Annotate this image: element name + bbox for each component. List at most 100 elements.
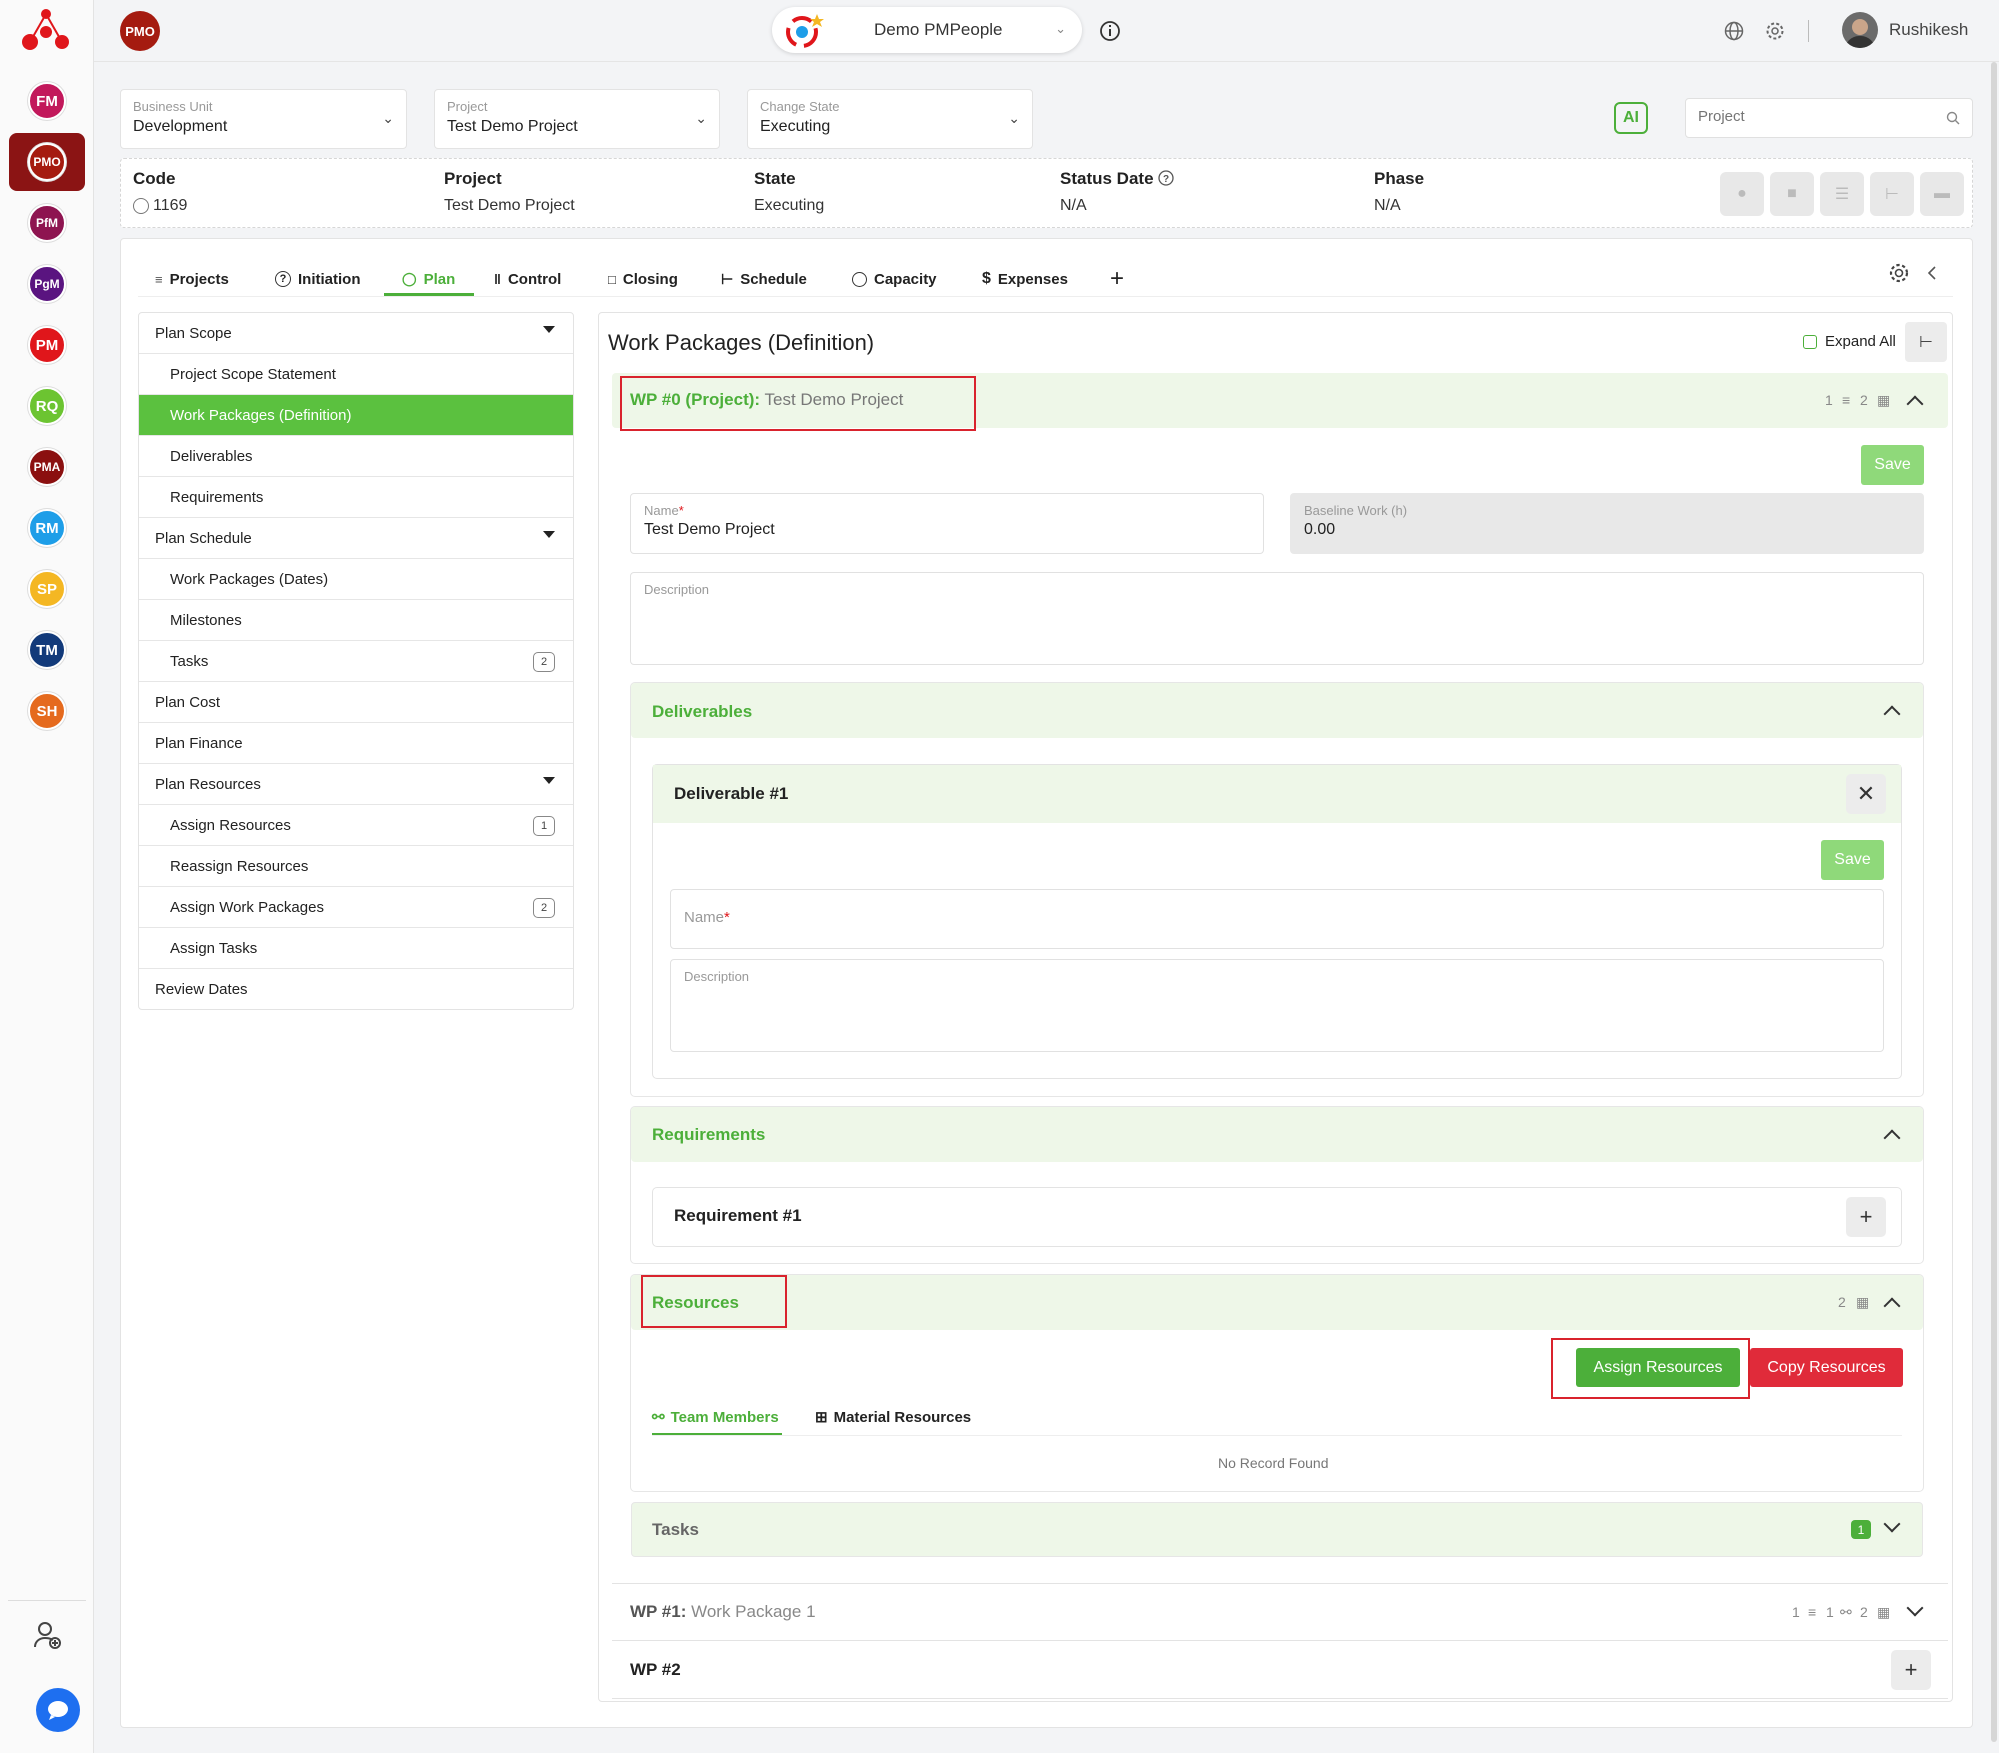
globe-icon[interactable] (1724, 21, 1744, 41)
menu-plan-cost[interactable]: Plan Cost (139, 682, 573, 723)
deliverable-description-field[interactable]: Description (670, 959, 1884, 1052)
menu-label: Review Dates (155, 981, 248, 998)
tab-schedule[interactable]: ⊢ Schedule (721, 262, 807, 296)
help-icon[interactable]: ? (1158, 170, 1174, 186)
menu-tasks[interactable]: Tasks 2 (139, 641, 573, 682)
scrollbar[interactable] (1991, 62, 1997, 1742)
settings-gear-icon[interactable] (1888, 262, 1910, 284)
remove-deliverable-button[interactable]: ✕ (1846, 774, 1886, 814)
add-user-icon[interactable] (33, 1620, 63, 1650)
tab-projects[interactable]: ≡ Projects (155, 262, 229, 296)
deliverable-name-field[interactable]: Name* (670, 889, 1884, 949)
deliverable-name-label: Name (684, 909, 725, 926)
tab-initiation[interactable]: ? Initiation (275, 262, 361, 296)
rail-item-pfm[interactable]: PfM (28, 204, 66, 242)
menu-plan-schedule[interactable]: Plan Schedule (139, 518, 573, 559)
folder-button[interactable]: ■ (1770, 172, 1814, 216)
menu-assign-work-packages[interactable]: Assign Work Packages 2 (139, 887, 573, 928)
tab-expenses-label: Expenses (997, 270, 1068, 288)
tab-expenses[interactable]: $ Expenses (982, 262, 1068, 296)
search-input[interactable] (1698, 108, 1938, 125)
menu-work-packages-dates[interactable]: Work Packages (Dates) (139, 559, 573, 600)
app-logo-icon[interactable] (20, 6, 72, 52)
menu-project-scope-statement[interactable]: Project Scope Statement (139, 354, 573, 395)
code-radio-icon[interactable] (133, 198, 149, 214)
tab-plan[interactable]: ◯ Plan (402, 262, 455, 296)
ai-assistant-button[interactable]: AI (1614, 102, 1648, 134)
menu-reassign-resources[interactable]: Reassign Resources (139, 846, 573, 887)
search-icon[interactable] (1946, 111, 1960, 125)
resources-count: 2 (1838, 1294, 1846, 1310)
list-button[interactable]: ☰ (1820, 172, 1864, 216)
expand-all-label: Expand All (1825, 333, 1896, 350)
add-work-package-button[interactable]: + (1891, 1650, 1931, 1690)
tasks-header[interactable] (631, 1502, 1923, 1557)
gear-icon[interactable] (1765, 21, 1785, 41)
rail-item-pma[interactable]: PMA (28, 448, 66, 486)
wp0-save-button[interactable]: Save (1861, 445, 1924, 485)
copy-resources-button[interactable]: Copy Resources (1750, 1348, 1903, 1387)
tab-team-members[interactable]: ⚯ Team Members (652, 1401, 779, 1433)
project-search[interactable] (1685, 98, 1973, 138)
add-requirement-button[interactable]: + (1846, 1197, 1886, 1237)
wp1-row[interactable]: WP #1: Work Package 1 (630, 1602, 816, 1622)
info-icon[interactable] (1099, 20, 1121, 42)
module-badge[interactable]: PMO (120, 11, 160, 51)
plus-icon: + (1110, 265, 1125, 292)
avatar[interactable] (1842, 12, 1878, 48)
rail-item-tm[interactable]: TM (28, 631, 66, 669)
chat-button[interactable] (36, 1688, 80, 1732)
menu-work-packages-definition[interactable]: Work Packages (Definition) (139, 395, 573, 436)
requirements-header[interactable] (631, 1107, 1923, 1162)
change-state-select[interactable]: Change State Executing ⌄ (747, 89, 1033, 149)
tab-capacity[interactable]: Capacity (852, 262, 937, 296)
menu-review-dates[interactable]: Review Dates (139, 969, 573, 1010)
topbar-divider (1808, 20, 1809, 42)
caret-down-icon (543, 777, 555, 784)
tab-closing[interactable]: □ Closing (608, 262, 678, 296)
menu-requirements[interactable]: Requirements (139, 477, 573, 518)
rail-item-sp[interactable]: SP (28, 570, 66, 608)
expand-all-checkbox[interactable] (1803, 335, 1817, 349)
menu-assign-tasks[interactable]: Assign Tasks (139, 928, 573, 969)
hierarchy-button[interactable]: ⊢ (1870, 172, 1914, 216)
rail-item-sh[interactable]: SH (28, 692, 66, 730)
collapse-chevron-icon[interactable] (1926, 266, 1938, 280)
rail-item-pgm[interactable]: PgM (28, 265, 66, 303)
add-tab-button[interactable]: + (1110, 262, 1124, 296)
rail-item-fm[interactable]: FM (28, 82, 66, 120)
menu-plan-resources[interactable]: Plan Resources (139, 764, 573, 805)
menu-plan-scope[interactable]: Plan Scope (139, 313, 573, 354)
wp0-description-field[interactable]: Description (630, 572, 1924, 665)
tab-material-resources[interactable]: ⊞ Material Resources (815, 1401, 971, 1433)
workspace-selector[interactable]: Demo PMPeople ⌄ (772, 7, 1082, 53)
wp1-prefix: WP #1: (630, 1602, 687, 1621)
tree-view-button[interactable]: ⊢ (1905, 322, 1947, 362)
rail-item-rm[interactable]: RM (28, 509, 66, 547)
baseline-label: Baseline Work (h) (1304, 503, 1408, 518)
wp0-resource-count: 2 (1860, 392, 1868, 408)
business-unit-select[interactable]: Business Unit Development ⌄ (120, 89, 407, 149)
briefcase-button[interactable]: ▬ (1920, 172, 1964, 216)
project-select[interactable]: Project Test Demo Project ⌄ (434, 89, 720, 149)
wp0-name-field[interactable]: Name* Test Demo Project (630, 493, 1264, 554)
menu-assign-resources[interactable]: Assign Resources 1 (139, 805, 573, 846)
user-name[interactable]: Rushikesh (1889, 20, 1968, 40)
rail-item-rq[interactable]: RQ (28, 387, 66, 425)
resources-header[interactable] (631, 1275, 1923, 1330)
deliverables-header[interactable] (631, 683, 1923, 738)
rail-item-pmo[interactable]: PMO (28, 143, 66, 181)
plan-side-menu: Plan Scope Project Scope Statement Work … (138, 312, 574, 1010)
tab-control[interactable]: ‖ Control (494, 262, 561, 296)
menu-milestones[interactable]: Milestones (139, 600, 573, 641)
project-value: Test Demo Project (447, 118, 578, 135)
requirement-card[interactable] (652, 1187, 1902, 1247)
menu-plan-finance[interactable]: Plan Finance (139, 723, 573, 764)
project-info-strip: Code 1169 Project Test Demo Project Stat… (120, 158, 1973, 228)
rail-item-pm[interactable]: PM (28, 326, 66, 364)
app-rail: FM PMO PfM PgM PM RQ PMA RM SP TM SH (0, 0, 94, 1753)
comments-button[interactable]: ● (1720, 172, 1764, 216)
deliverable-save-button[interactable]: Save (1821, 840, 1884, 880)
folder-icon: ■ (1787, 185, 1797, 202)
menu-deliverables[interactable]: Deliverables (139, 436, 573, 477)
